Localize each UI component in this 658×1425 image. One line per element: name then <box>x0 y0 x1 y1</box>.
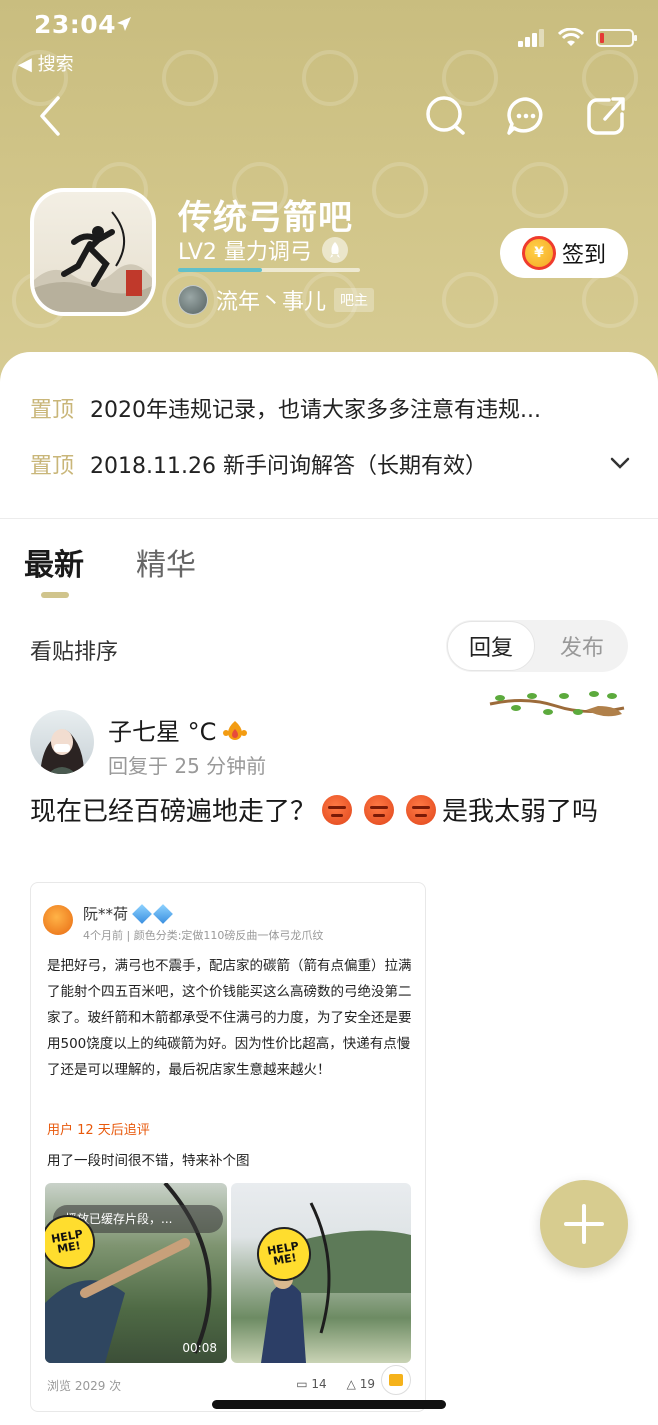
review-photo: HELP ME! <box>231 1183 411 1363</box>
status-time: 23:04 <box>34 10 117 39</box>
tab-latest[interactable]: 最新 <box>24 540 84 584</box>
sort-option-reply[interactable]: 回复 <box>447 621 535 671</box>
forum-owner[interactable]: 流年丶事儿 吧主 <box>178 284 375 316</box>
post-author-name: 子七星 °C <box>108 718 217 746</box>
reviewer-name: 阮**荷 <box>83 903 173 924</box>
pinned-title: 2020年违规记录，也请大家多多注意有违规... <box>90 398 541 423</box>
owner-avatar <box>178 285 208 315</box>
reviewer-avatar <box>43 905 73 935</box>
level-row[interactable]: LV2 量力调弓 <box>178 234 348 266</box>
new-post-button[interactable] <box>540 1180 628 1268</box>
message-icon <box>507 97 543 135</box>
home-indicator[interactable] <box>212 1400 446 1409</box>
forum-avatar[interactable] <box>30 188 156 316</box>
share-button[interactable] <box>584 94 628 138</box>
search-icon <box>426 96 465 135</box>
location-arrow-icon <box>117 17 131 31</box>
forum-content: 置顶 2020年违规记录，也请大家多多注意有违规... 置顶 2018.11.2… <box>0 352 658 1425</box>
review-views: 浏览 2029 次 <box>47 1379 122 1393</box>
post-image[interactable]: 阮**荷 4个月前 | 颜色分类:定做110磅反曲一体弓龙爪纹 是把好弓，满弓也… <box>30 882 426 1412</box>
battery-icon <box>596 29 637 47</box>
pinned-post-1[interactable]: 置顶 2020年违规记录，也请大家多多注意有违规... <box>30 392 630 424</box>
checkin-button[interactable]: ¥ 签到 <box>500 228 628 278</box>
post-author-avatar[interactable] <box>30 710 94 774</box>
share-icon <box>587 97 625 135</box>
coin-icon: ¥ <box>521 236 556 270</box>
divider <box>0 518 658 519</box>
review-likes: △ 19 <box>346 1377 375 1391</box>
back-to-search-link[interactable]: ◀ 搜索 <box>18 50 74 76</box>
pin-tag: 置顶 <box>30 454 75 479</box>
branch-decoration-icon <box>489 691 625 717</box>
owner-name: 流年丶事儿 <box>216 290 327 315</box>
level-text: LV2 量力调弓 <box>178 240 312 265</box>
level-progress-bar <box>178 268 360 272</box>
back-icon <box>40 96 60 136</box>
status-indicators <box>518 28 637 48</box>
review-meta: 4个月前 | 颜色分类:定做110磅反曲一体弓龙爪纹 <box>83 929 324 942</box>
archer-image <box>34 211 152 312</box>
pinned-post-2[interactable]: 置顶 2018.11.26 新手问询解答（长期有效） <box>30 448 630 480</box>
tab-indicator <box>41 592 69 598</box>
sort-label: 看贴排序 <box>30 640 119 665</box>
post-meta: 回复于 25 分钟前 <box>108 754 267 778</box>
tab-featured[interactable]: 精华 <box>136 540 196 584</box>
sort-option-publish[interactable]: 发布 <box>538 620 626 672</box>
angry-emoji-icon <box>406 795 437 825</box>
forum-header: 23:04 ◀ 搜索 传统弓箭吧 LV2 量力调弓 流年丶事儿 吧主 ¥ 签到 <box>0 0 658 400</box>
post-title-part2: 是我太弱了吗 <box>442 797 599 827</box>
message-button[interactable] <box>504 94 548 138</box>
sort-toggle[interactable]: 回复 发布 <box>446 620 628 672</box>
video-duration: 00:08 <box>182 1341 217 1355</box>
post-title[interactable]: 现在已经百磅遍地走了？ 是我太弱了吗 <box>30 790 630 834</box>
angry-emoji-icon <box>322 795 353 825</box>
plus-icon <box>564 1204 604 1244</box>
back-button[interactable] <box>28 94 72 138</box>
reviewer-name-text: 阮**荷 <box>83 905 129 923</box>
signal-icon <box>518 29 544 47</box>
pinned-title: 2018.11.26 新手问询解答（长期有效） <box>90 454 487 479</box>
checkin-label: 签到 <box>561 243 606 268</box>
chevron-down-icon[interactable] <box>610 456 630 470</box>
author-avatar-image <box>40 729 84 774</box>
rocket-icon <box>321 237 348 263</box>
wifi-icon <box>558 28 584 46</box>
owner-badge: 吧主 <box>334 288 375 312</box>
review-body: 是把好弓，满弓也不震手，配店家的碳箭（箭有点偏重）拉满了能射个四五百米吧，这个价… <box>47 958 412 1078</box>
post-author[interactable]: 子七星 °C <box>108 712 248 747</box>
archer-photo-2 <box>261 1202 411 1363</box>
review-followup-tag: 用户 12 天后追评 <box>47 1123 150 1138</box>
pin-tag: 置顶 <box>30 398 75 423</box>
review-comments: ▭ 14 <box>296 1377 327 1391</box>
like-count: 19 <box>359 1377 375 1391</box>
review-video-thumbnail: 播放已缓存片段，... 00:08 HELP ME! <box>45 1183 227 1363</box>
review-question-icon <box>381 1365 411 1395</box>
post-title-part1: 现在已经百磅遍地走了？ <box>30 797 317 827</box>
angry-emoji-icon <box>364 795 395 825</box>
comment-count: 14 <box>311 1377 327 1391</box>
review-stats: ▭ 14 △ 19 <box>296 1377 375 1391</box>
diamond-icon <box>153 903 173 924</box>
forum-name: 传统弓箭吧 <box>178 198 353 238</box>
review-followup-text: 用了一段时间很不错，特来补个图 <box>47 1153 250 1169</box>
level-progress-fill <box>178 268 262 272</box>
search-button[interactable] <box>424 94 468 138</box>
fire-badge-icon <box>223 720 248 740</box>
diamond-icon <box>132 903 152 924</box>
